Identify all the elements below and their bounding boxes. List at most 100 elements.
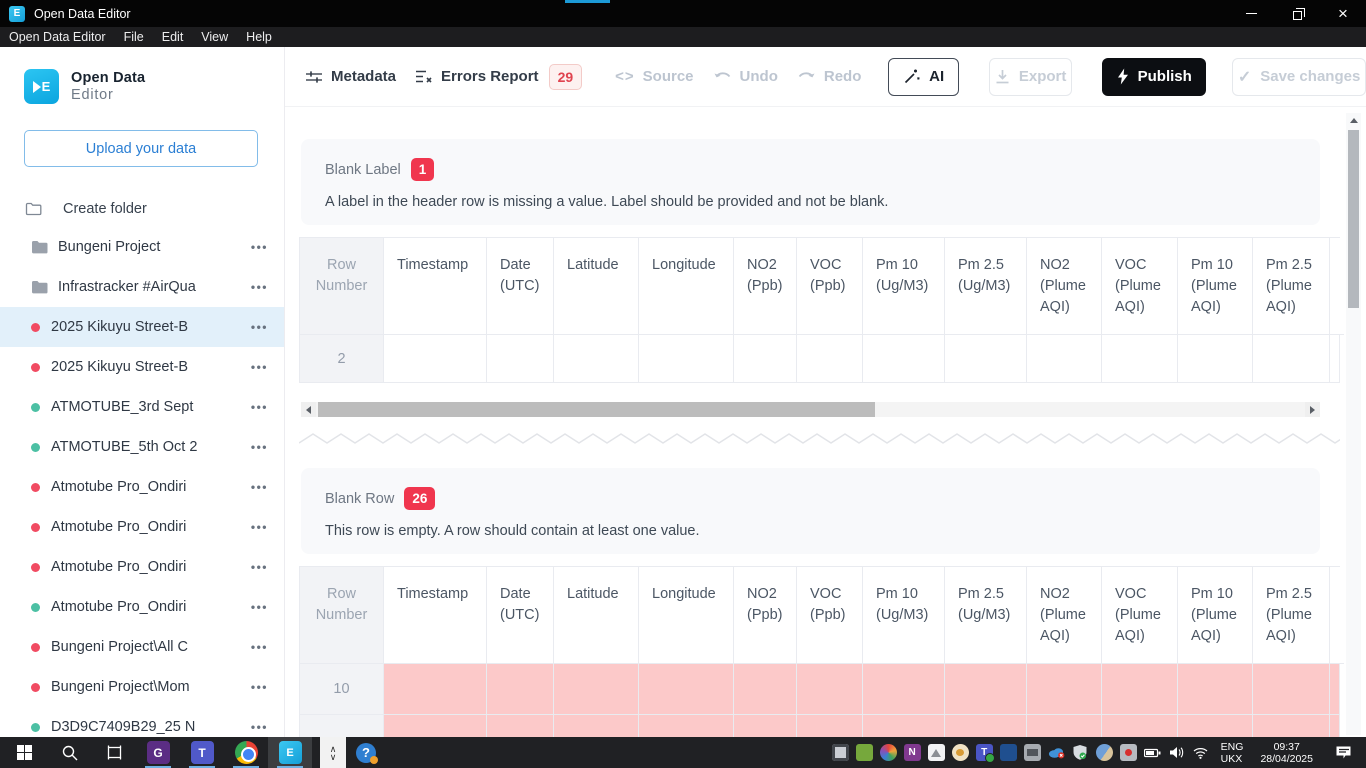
grid-tray-icon[interactable] bbox=[832, 744, 849, 761]
item-menu-button[interactable]: ••• bbox=[251, 640, 268, 654]
item-menu-button[interactable]: ••• bbox=[251, 720, 268, 734]
sidebar-file-item[interactable]: Atmotube Pro_Ondiri••• bbox=[0, 507, 284, 547]
taskbar-clock[interactable]: 09:37 28/04/2025 bbox=[1260, 741, 1313, 765]
error-cell[interactable] bbox=[797, 664, 863, 715]
data-cell[interactable] bbox=[1102, 335, 1178, 383]
menu-help[interactable]: Help bbox=[237, 30, 281, 44]
task-view-button[interactable] bbox=[92, 737, 136, 768]
error-cell[interactable] bbox=[1027, 664, 1102, 715]
item-menu-button[interactable]: ••• bbox=[251, 280, 268, 294]
taskbar-app-teams[interactable]: T bbox=[180, 737, 224, 768]
publish-button[interactable]: Publish bbox=[1102, 58, 1206, 96]
data-cell[interactable] bbox=[945, 335, 1027, 383]
item-menu-button[interactable]: ••• bbox=[251, 520, 268, 534]
hidden-icons-expander[interactable]: ∧∨ bbox=[320, 737, 346, 768]
item-menu-button[interactable]: ••• bbox=[251, 560, 268, 574]
defender-tray-icon[interactable] bbox=[1072, 744, 1089, 761]
menu-edit[interactable]: Edit bbox=[153, 30, 193, 44]
vertical-scrollbar[interactable] bbox=[1346, 113, 1361, 735]
data-cell[interactable] bbox=[487, 335, 554, 383]
sidebar-file-item[interactable]: Bungeni Project\Mom••• bbox=[0, 667, 284, 707]
scroll-right-arrow[interactable] bbox=[1305, 402, 1320, 417]
error-cell[interactable] bbox=[734, 664, 797, 715]
data-cell[interactable] bbox=[1178, 335, 1253, 383]
monitor-tray-icon[interactable] bbox=[1024, 744, 1041, 761]
data-cell[interactable] bbox=[1330, 335, 1340, 383]
error-cell[interactable] bbox=[1330, 715, 1340, 737]
nvidia-tray-icon[interactable] bbox=[856, 744, 873, 761]
error-cell[interactable] bbox=[734, 715, 797, 737]
sidebar-file-item[interactable]: ATMOTUBE_3rd Sept••• bbox=[0, 387, 284, 427]
sidebar-file-item[interactable]: Atmotube Pro_Ondiri••• bbox=[0, 547, 284, 587]
errors-report-tab[interactable]: Errors Report 29 bbox=[415, 64, 582, 90]
start-button[interactable] bbox=[0, 737, 48, 768]
weather-tray-icon[interactable] bbox=[1096, 744, 1113, 761]
sidebar-file-item[interactable]: Infrastracker #AirQua••• bbox=[0, 267, 284, 307]
horizontal-scrollbar[interactable] bbox=[301, 402, 1320, 417]
restore-button[interactable] bbox=[1274, 0, 1320, 27]
error-cell[interactable] bbox=[384, 715, 487, 737]
data-cell[interactable] bbox=[554, 335, 639, 383]
data-cell[interactable] bbox=[384, 335, 487, 383]
ai-button[interactable]: AI bbox=[888, 58, 959, 96]
taskbar-app-open-data-editor[interactable]: E bbox=[268, 737, 312, 768]
data-cell[interactable] bbox=[734, 335, 797, 383]
error-cell[interactable] bbox=[1178, 664, 1253, 715]
gdrive-tray-icon[interactable] bbox=[928, 744, 945, 761]
data-cell[interactable] bbox=[1253, 335, 1330, 383]
error-cell[interactable] bbox=[639, 664, 734, 715]
error-cell[interactable] bbox=[863, 715, 945, 737]
error-cell[interactable] bbox=[945, 664, 1027, 715]
error-cell[interactable] bbox=[797, 715, 863, 737]
item-menu-button[interactable]: ••• bbox=[251, 240, 268, 254]
item-menu-button[interactable]: ••• bbox=[251, 600, 268, 614]
horizontal-scrollbar-thumb[interactable] bbox=[318, 402, 875, 417]
bird-tray-icon[interactable] bbox=[952, 744, 969, 761]
sidebar-file-item[interactable]: 2025 Kikuyu Street-B••• bbox=[0, 347, 284, 387]
metadata-tab[interactable]: Metadata bbox=[305, 68, 396, 85]
teams-tray-icon[interactable] bbox=[976, 744, 993, 761]
minimize-button[interactable] bbox=[1228, 0, 1274, 27]
taskbar-app-chrome[interactable] bbox=[224, 737, 268, 768]
onedrive-tray-icon[interactable] bbox=[1048, 744, 1065, 761]
data-cell[interactable] bbox=[797, 335, 863, 383]
record-tray-icon[interactable] bbox=[1120, 744, 1137, 761]
item-menu-button[interactable]: ••• bbox=[251, 680, 268, 694]
sidebar-file-item[interactable]: D3D9C7409B29_25 N••• bbox=[0, 707, 284, 737]
item-menu-button[interactable]: ••• bbox=[251, 360, 268, 374]
sidebar-file-item[interactable]: ATMOTUBE_5th Oct 2••• bbox=[0, 427, 284, 467]
menu-file[interactable]: File bbox=[115, 30, 153, 44]
wifi-tray-icon[interactable] bbox=[1192, 744, 1209, 761]
scroll-up-arrow[interactable] bbox=[1346, 113, 1361, 128]
menu-open-data-editor[interactable]: Open Data Editor bbox=[0, 30, 115, 44]
undo-button[interactable]: Undo bbox=[713, 68, 778, 85]
error-cell[interactable] bbox=[487, 715, 554, 737]
pinwheel-tray-icon[interactable] bbox=[880, 744, 897, 761]
export-button[interactable]: Export bbox=[989, 58, 1072, 96]
menu-view[interactable]: View bbox=[192, 30, 237, 44]
error-cell[interactable] bbox=[863, 664, 945, 715]
error-cell[interactable] bbox=[1102, 715, 1178, 737]
battery-tray-icon[interactable] bbox=[1144, 744, 1161, 761]
create-folder-button[interactable]: Create folder bbox=[25, 201, 284, 217]
item-menu-button[interactable]: ••• bbox=[251, 320, 268, 334]
data-cell[interactable] bbox=[863, 335, 945, 383]
sidebar-file-item[interactable]: Atmotube Pro_Ondiri••• bbox=[0, 587, 284, 627]
data-cell[interactable] bbox=[1027, 335, 1102, 383]
item-menu-button[interactable]: ••• bbox=[251, 400, 268, 414]
error-cell[interactable] bbox=[1178, 715, 1253, 737]
error-cell[interactable] bbox=[554, 664, 639, 715]
sidebar-file-item[interactable]: Atmotube Pro_Ondiri••• bbox=[0, 467, 284, 507]
item-menu-button[interactable]: ••• bbox=[251, 440, 268, 454]
error-cell[interactable] bbox=[384, 664, 487, 715]
source-tab[interactable]: <> Source bbox=[615, 68, 693, 85]
error-cell[interactable] bbox=[487, 664, 554, 715]
error-cell[interactable] bbox=[1102, 664, 1178, 715]
upload-data-button[interactable]: Upload your data bbox=[24, 130, 258, 167]
taskbar-search-button[interactable] bbox=[48, 737, 92, 768]
sidebar-file-item[interactable]: 2025 Kikuyu Street-B••• bbox=[0, 307, 284, 347]
language-indicator[interactable]: ENG UKX bbox=[1221, 741, 1244, 765]
help-tray-button[interactable]: ? bbox=[346, 737, 386, 768]
error-cell[interactable] bbox=[1027, 715, 1102, 737]
volume-tray-icon[interactable] bbox=[1168, 744, 1185, 761]
